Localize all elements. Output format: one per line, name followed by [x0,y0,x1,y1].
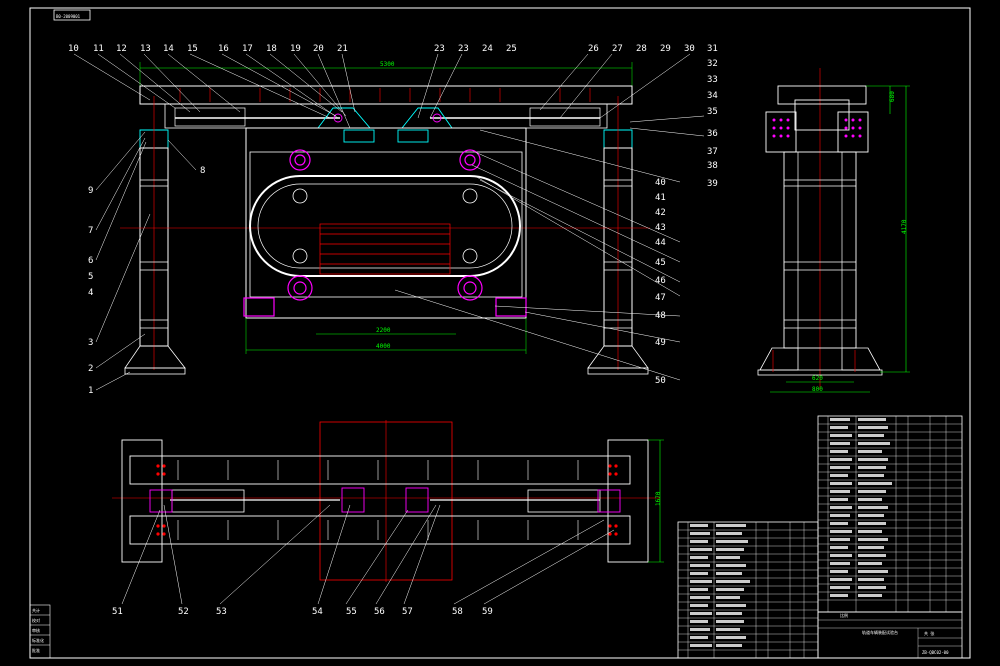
parts-list-right [817,415,963,613]
callout-50: 50 [655,376,666,386]
dim-mid-label: 2200 [376,327,391,334]
title-stamp: B0-2009001 [56,14,81,19]
callout-54: 54 [312,607,323,617]
title-block-name: 轨道车辆装配试验台 [862,629,898,635]
callout-56: 56 [374,607,385,617]
callout-58: 58 [452,607,463,617]
callout-47: 47 [655,293,666,303]
callout-55: 55 [346,607,357,617]
callout-12: 12 [116,44,127,54]
callout-57: 57 [402,607,413,617]
left-strip-0: 共计 [32,607,40,613]
left-strip-3: 标准化 [32,637,44,643]
title-block-sheet: 共 张 [924,630,934,636]
parts-list-left [677,521,819,659]
title-block: 轨道车辆装配试验台 ZB-QBC02-00 比例 共 张 [817,611,963,659]
callout-28: 28 [636,44,647,54]
callout-59: 59 [482,607,493,617]
callout-17: 17 [242,44,253,54]
callout-34: 34 [707,91,718,101]
callout-42: 42 [655,208,666,218]
dim-bottom-label: 4000 [376,343,391,350]
callout-11: 11 [93,44,104,54]
callout-9: 9 [88,186,93,196]
title-block-drawing-no: ZB-QBC02-00 [922,650,949,655]
callout-31: 31 [707,44,718,54]
callout-4: 4 [88,288,93,298]
callout-13: 13 [140,44,151,54]
plan-view: 1670 51 52 53 54 55 56 57 58 59 [112,420,664,617]
callout-33: 33 [707,75,718,85]
callout-40: 40 [655,178,666,188]
callout-24: 24 [482,44,493,54]
side-dim-inner: 620 [812,375,823,382]
side-dim-height: 4170 [901,219,908,234]
callout-44: 44 [655,238,666,248]
callout-48: 48 [655,311,666,321]
callout-23b: 23 [458,44,469,54]
callout-2: 2 [88,364,93,374]
callout-45: 45 [655,258,666,268]
callout-20: 20 [313,44,324,54]
callout-19: 19 [290,44,301,54]
callouts-right: 31 32 33 34 35 36 37 38 39 40 41 42 43 4… [655,44,718,386]
callout-36: 36 [707,129,718,139]
callout-21: 21 [337,44,348,54]
callout-26: 26 [588,44,599,54]
callout-1: 1 [88,386,93,396]
callout-39: 39 [707,179,718,189]
callout-51: 51 [112,607,123,617]
left-strip-4: 批准 [32,647,40,653]
plan-callouts: 51 52 53 54 55 56 57 58 59 [112,607,493,617]
callout-6: 6 [88,256,93,266]
side-dim-top: 680 [889,91,896,102]
title-block-scale: 比例 [840,612,848,618]
left-strip-2: 审核 [32,627,40,633]
callout-29: 29 [660,44,671,54]
callout-5: 5 [88,272,93,282]
callout-46: 46 [655,276,666,286]
callout-53: 53 [216,607,227,617]
plan-dim-width: 1670 [655,491,662,506]
side-view: 4170 680 620 800 [757,68,910,393]
callout-27: 27 [612,44,623,54]
callout-32: 32 [707,59,718,69]
callout-52: 52 [178,607,189,617]
callout-15: 15 [187,44,198,54]
front-view: 5300 2200 4000 10 11 12 13 14 15 16 17 1… [68,44,718,396]
cad-drawing-canvas: B0-2009001 共计 校对 审核 标准化 批准 5300 2200 400… [29,7,971,659]
dim-top-label: 5300 [380,61,395,68]
left-strip-block: 共计 校对 审核 标准化 批准 [29,604,51,659]
callout-16: 16 [218,44,229,54]
callout-43: 43 [655,223,666,233]
callout-49: 49 [655,338,666,348]
callout-18: 18 [266,44,277,54]
callout-23a: 23 [434,44,445,54]
callout-10: 10 [68,44,79,54]
callout-8: 8 [200,166,205,176]
callout-30: 30 [684,44,695,54]
callout-7: 7 [88,226,93,236]
callout-14: 14 [163,44,174,54]
callout-41: 41 [655,193,666,203]
left-strip-1: 校对 [32,617,40,623]
side-dim-outer: 800 [812,386,823,393]
callouts-top: 10 11 12 13 14 15 16 17 18 19 20 21 23 2… [68,44,695,54]
callout-3: 3 [88,338,93,348]
callout-25: 25 [506,44,517,54]
callout-38: 38 [707,161,718,171]
callout-35: 35 [707,107,718,117]
callout-37: 37 [707,147,718,157]
